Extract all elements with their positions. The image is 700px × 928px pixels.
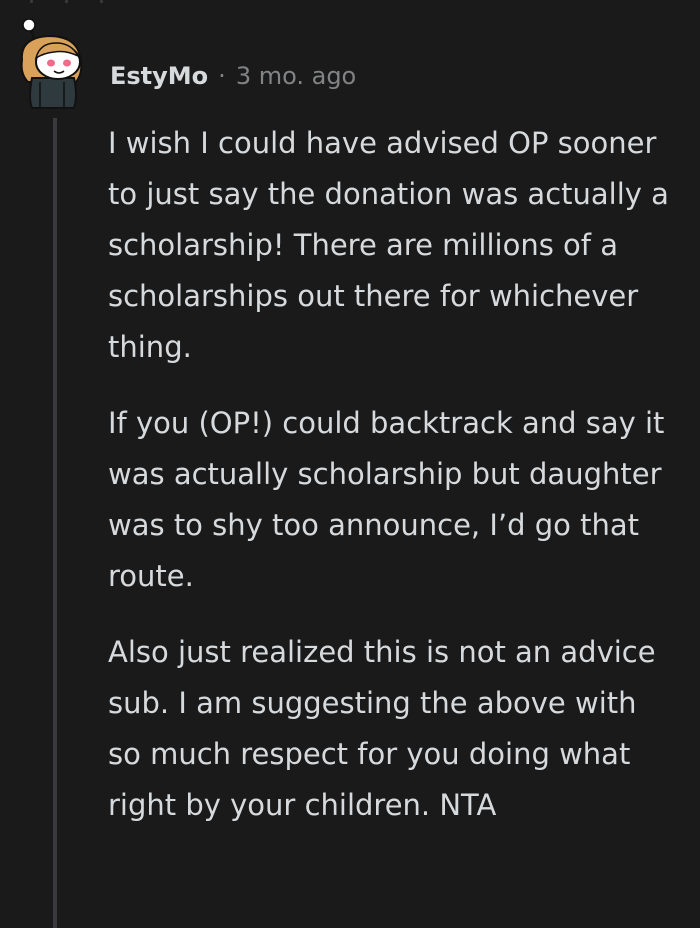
meta-separator: · (218, 62, 226, 90)
comment-header: EstyMo · 3 mo. ago (110, 58, 356, 94)
thread-collapse-line[interactable] (53, 118, 57, 928)
snoo-avatar-icon (20, 18, 83, 109)
comment-page: EstyMo · 3 mo. ago I wish I could have a… (0, 0, 700, 928)
comment-paragraph: If you (OP!) could backtrack and say it … (108, 406, 665, 593)
comment-paragraph: I wish I could have advised OP sooner to… (108, 126, 669, 364)
comment-paragraph: Also just realized this is not an advice… (108, 635, 656, 822)
comment-body: I wish I could have advised OP sooner to… (108, 118, 678, 856)
user-avatar[interactable] (14, 16, 94, 110)
username-link[interactable]: EstyMo (110, 62, 208, 90)
comment-timestamp[interactable]: 3 mo. ago (236, 62, 356, 90)
parent-thread-remnant (30, 0, 170, 6)
